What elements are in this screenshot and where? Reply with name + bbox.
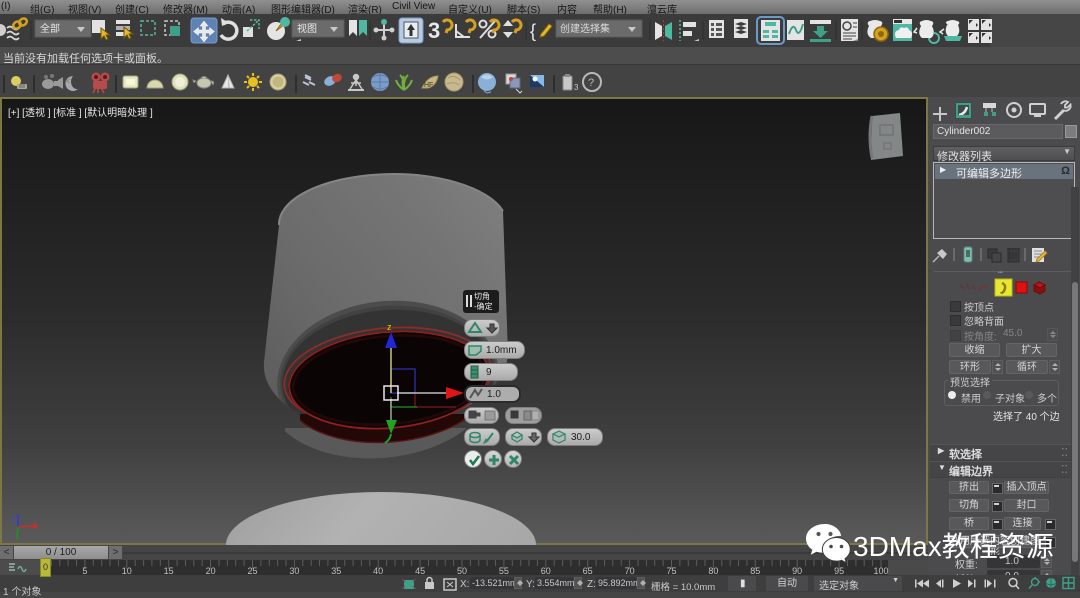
- svg-text:创建选择集: 创建选择集: [560, 22, 610, 35]
- svg-text:z: z: [387, 322, 392, 332]
- svg-text:3: 3: [428, 18, 440, 43]
- svg-text:z: z: [11, 514, 15, 523]
- svg-text:3: 3: [574, 83, 579, 92]
- svg-text:视图: 视图: [297, 22, 317, 35]
- svg-text:{: {: [530, 21, 536, 41]
- svg-text:?: ?: [588, 77, 594, 89]
- svg-text:3DMax教程资源: 3DMax教程资源: [853, 531, 1054, 562]
- svg-text:HF: HF: [424, 82, 433, 89]
- svg-text:全部: 全部: [40, 22, 60, 35]
